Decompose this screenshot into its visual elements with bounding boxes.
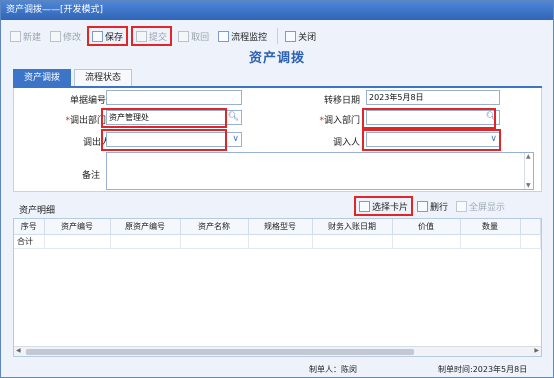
- save-disk-icon: [92, 30, 104, 42]
- withdraw-button[interactable]: 取回: [175, 26, 212, 46]
- tab-asset-transfer[interactable]: 资产调拨: [13, 69, 72, 87]
- out-person-field[interactable]: ∨: [106, 132, 242, 147]
- doc-no-label: 单据编号: [69, 96, 106, 106]
- edit-button-label: 修改: [63, 32, 82, 43]
- table-total-row: 合计: [14, 234, 541, 249]
- close-button[interactable]: 关闭: [282, 26, 319, 46]
- transfer-form: 单据编号 转移日期 2023年5月8日 *调出部门 资产管理处 🔍︎ *调入部门…: [13, 88, 542, 192]
- toolbar: 新建 修改 保存 提交 取回 流程监控 关闭: [1, 23, 553, 49]
- col-header-quantity[interactable]: 数量: [460, 219, 521, 235]
- scroll-right-icon[interactable]: ▶: [534, 347, 539, 354]
- col-header-asset-name[interactable]: 资产名称: [180, 219, 249, 235]
- scrollbar-thumb[interactable]: [26, 349, 414, 355]
- edit-icon: [50, 30, 62, 42]
- in-person-field[interactable]: ∨: [366, 132, 500, 147]
- close-button-label: 关闭: [298, 32, 317, 43]
- chevron-down-icon[interactable]: ∨: [232, 133, 239, 146]
- table-cell: [312, 234, 393, 249]
- withdraw-button-label: 取回: [191, 32, 210, 43]
- select-card-button[interactable]: 选择卡片: [354, 196, 414, 216]
- asset-detail-table: 序号 资产编号 原资产编号 资产名称 规格型号 财务入账日期 价值 数量 合计: [13, 218, 542, 357]
- submit-icon: [136, 30, 148, 42]
- col-header-asset-no[interactable]: 资产编号: [44, 219, 111, 235]
- table-cell: [44, 234, 111, 249]
- table-cell: [180, 234, 249, 249]
- transfer-date-field[interactable]: 2023年5月8日: [366, 90, 500, 105]
- remark-label: 备注: [81, 171, 100, 181]
- new-button-label: 新建: [23, 32, 42, 43]
- created-time-text: 制单时间:2023年5月8日: [438, 365, 528, 374]
- table-cell: [460, 234, 521, 249]
- in-person-label: 调入人: [332, 138, 360, 148]
- transfer-date-value: 2023年5月8日: [369, 93, 424, 102]
- total-label: 合计: [14, 234, 45, 249]
- monitor-icon: [218, 30, 230, 42]
- fullscreen-icon: [456, 200, 467, 212]
- delete-row-label: 删行: [430, 202, 449, 213]
- out-person-label: 调出人: [82, 138, 110, 148]
- scroll-left-icon[interactable]: ◀: [16, 347, 21, 354]
- close-door-icon: [285, 30, 297, 42]
- submit-button[interactable]: 提交: [131, 26, 173, 46]
- delete-row-icon: [417, 200, 428, 212]
- toolbar-separator: [277, 28, 279, 44]
- edit-button[interactable]: 修改: [47, 26, 84, 46]
- page-title: 资产调拨: [248, 51, 305, 66]
- in-dept-label: *调入部门: [284, 113, 360, 126]
- in-dept-label-text: 调入部门: [323, 116, 360, 126]
- col-header-entry-date[interactable]: 财务入账日期: [312, 219, 393, 235]
- delete-row-button[interactable]: 删行: [417, 198, 448, 214]
- card-icon: [359, 200, 370, 212]
- out-dept-value: 资产管理处: [109, 113, 149, 122]
- remark-scrollbar[interactable]: [524, 153, 533, 189]
- col-header-seq[interactable]: 序号: [14, 219, 45, 235]
- new-button[interactable]: 新建: [7, 26, 44, 46]
- select-card-label: 选择卡片: [372, 202, 409, 213]
- in-dept-field[interactable]: 🔍︎: [366, 110, 500, 125]
- fullscreen-button[interactable]: 全屏显示: [456, 198, 505, 214]
- out-dept-field[interactable]: 资产管理处 🔍︎: [106, 110, 242, 125]
- footer: 制单人：陈闵 制单时间:2023年5月8日: [1, 361, 553, 377]
- process-monitor-label: 流程监控: [231, 32, 268, 43]
- detail-toolbar: 资产明细 选择卡片 删行 全屏显示: [13, 196, 542, 216]
- chevron-down-icon[interactable]: ∨: [490, 133, 497, 146]
- table-cell: [392, 234, 461, 249]
- tab-process-status[interactable]: 流程状态: [74, 69, 133, 87]
- new-document-icon: [10, 30, 21, 42]
- withdraw-icon: [178, 30, 190, 42]
- table-cell: [248, 234, 313, 249]
- submit-button-label: 提交: [149, 32, 168, 43]
- save-button[interactable]: 保存: [87, 26, 129, 46]
- remark-textarea[interactable]: [106, 152, 534, 190]
- creator-text: 制单人：陈闵: [309, 365, 357, 374]
- col-header-value[interactable]: 价值: [392, 219, 461, 235]
- col-header-filler: [520, 219, 541, 235]
- tab-strip: 资产调拨 流程状态: [13, 69, 135, 87]
- asset-transfer-window: 资产调拨——[开发模式] 新建 修改 保存 提交 取回 流程监控 关闭 资产调拨…: [0, 0, 554, 378]
- col-header-spec[interactable]: 规格型号: [248, 219, 313, 235]
- search-icon[interactable]: 🔍︎: [486, 111, 497, 124]
- transfer-date-label: 转移日期: [323, 96, 360, 106]
- doc-no-field[interactable]: [106, 90, 242, 105]
- search-icon[interactable]: 🔍︎: [228, 111, 239, 124]
- detail-title: 资产明细: [19, 206, 56, 216]
- out-dept-label-text: 调出部门: [69, 116, 106, 126]
- table-cell: [520, 234, 541, 249]
- save-button-label: 保存: [105, 32, 124, 43]
- window-title: 资产调拨——[开发模式]: [1, 1, 553, 20]
- horizontal-scrollbar[interactable]: ◀ ▶: [14, 346, 541, 356]
- process-monitor-button[interactable]: 流程监控: [215, 26, 270, 46]
- col-header-orig-asset-no[interactable]: 原资产编号: [110, 219, 181, 235]
- table-cell: [110, 234, 181, 249]
- table-header-row: 序号 资产编号 原资产编号 资产名称 规格型号 财务入账日期 价值 数量: [14, 219, 541, 235]
- fullscreen-label: 全屏显示: [469, 202, 506, 213]
- out-dept-label: *调出部门: [34, 113, 106, 126]
